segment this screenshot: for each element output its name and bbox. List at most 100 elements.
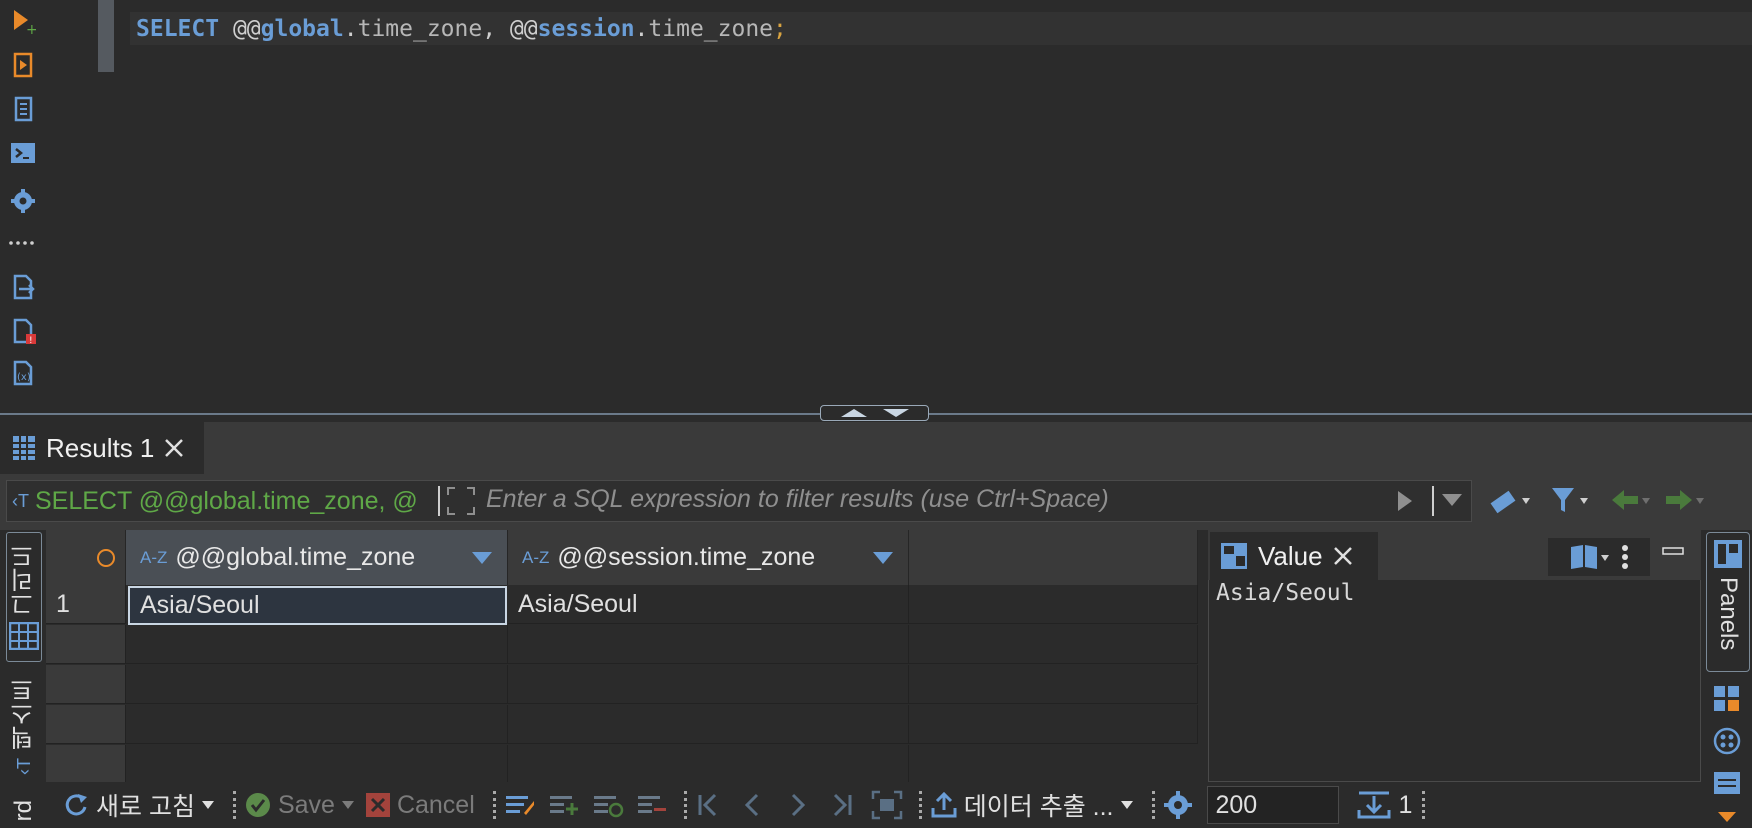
sql-dot: . (343, 16, 358, 42)
chevron-down-icon[interactable] (201, 800, 215, 810)
add-row-icon (549, 796, 578, 815)
last-page-icon (833, 793, 852, 817)
grid-cell-empty (508, 705, 909, 744)
grid-table-icon (13, 436, 35, 460)
svg-text:+: + (26, 22, 36, 35)
sql-field: time_zone (357, 16, 483, 42)
book-viewer-icon[interactable] (1569, 543, 1611, 571)
expand-icon[interactable] (446, 486, 476, 521)
row-number[interactable]: 1 (46, 585, 126, 624)
row-count: 1 (1399, 791, 1413, 820)
close-icon[interactable] (1333, 546, 1353, 566)
value-content[interactable]: Asia/Seoul (1216, 580, 1354, 606)
row-count-icon[interactable] (1357, 790, 1391, 820)
grid-cell-empty (126, 665, 508, 704)
string-type-icon: A-Z (140, 547, 168, 567)
query-text-chip[interactable]: ‹T SELECT @@global.time_zone, @ (8, 482, 438, 520)
download-panel-icon[interactable] (1712, 808, 1742, 828)
sort-dropdown-icon[interactable] (471, 551, 493, 565)
sql-op: @@ (219, 16, 261, 42)
tab-grid-label: 그리드 (10, 544, 38, 616)
metadata-panel-icon[interactable] (1712, 684, 1742, 719)
export-data-button[interactable]: 데이터 추출 ... (930, 787, 1134, 823)
max-rows-input[interactable]: 200 (1206, 786, 1339, 824)
script-list-icon[interactable] (8, 94, 38, 124)
tab-value[interactable]: Value (1210, 532, 1378, 580)
vertical-dots-icon[interactable] (1621, 543, 1629, 571)
column-header[interactable]: A-Z @@global.time_zone (126, 530, 508, 585)
column-header-label: @@global.time_zone (175, 543, 416, 571)
chevron-down-icon[interactable] (341, 800, 355, 810)
grid-cell-empty (126, 705, 508, 744)
tab-record-label: rd (10, 800, 37, 822)
filter-history-dropdown-icon[interactable] (1440, 492, 1464, 513)
refresh-button[interactable]: 새로 고침 (62, 787, 215, 823)
tab-results-1[interactable]: Results 1 (0, 422, 204, 474)
text-type-icon: ‹T (12, 490, 29, 511)
filter-divider (438, 486, 440, 516)
row-number-empty (46, 705, 126, 744)
minimize-icon[interactable] (1662, 544, 1684, 563)
sql-editor[interactable] (46, 0, 1752, 410)
grid-cell-empty (126, 625, 508, 664)
column-header-label: @@session.time_zone (557, 543, 816, 571)
results-bottom-toolbar: 새로 고침 Save Cancel 데이터 추출 ... 200 1 (46, 782, 1704, 828)
grid-cell-empty (909, 705, 1198, 744)
execute-statement-icon[interactable]: + (8, 6, 38, 36)
grouping-panel-icon[interactable] (1712, 726, 1742, 761)
grid-cell-empty (508, 625, 909, 664)
filter-input[interactable]: Enter a SQL expression to filter results… (486, 485, 1109, 514)
tab-text[interactable]: 텍스트 ‹T (6, 672, 42, 782)
sql-code-line[interactable]: SELECT @@global.time_zone, @@session.tim… (136, 14, 787, 44)
export-icon[interactable] (8, 272, 38, 302)
toolbar-separator (918, 791, 922, 819)
results-tabbar (0, 422, 1752, 474)
query-text: SELECT @@global.time_zone, @ (35, 486, 418, 515)
toolbar-separator (1422, 791, 1426, 819)
tab-grid[interactable]: 그리드 (6, 532, 42, 662)
splitter-handle[interactable] (820, 405, 929, 421)
select-all-circle-icon (97, 548, 115, 567)
panels-button[interactable]: Panels (1706, 532, 1750, 672)
edit-row-icon[interactable] (504, 791, 536, 819)
grid-cell[interactable]: Asia/Seoul (508, 585, 909, 624)
chevron-down-icon[interactable] (1120, 800, 1134, 810)
sql-separator: , @@ (482, 16, 538, 42)
execute-script-icon[interactable] (8, 50, 38, 80)
row-number-empty (46, 625, 126, 664)
save-button[interactable]: Save (244, 791, 355, 820)
column-header-empty (909, 530, 1198, 585)
sql-keyword: SELECT (136, 16, 220, 42)
eraser-icon[interactable] (1488, 484, 1532, 521)
more-icon[interactable] (8, 228, 38, 258)
terminal-icon[interactable] (8, 138, 38, 168)
panels-icon (1714, 540, 1742, 568)
check-circle-icon (245, 793, 270, 817)
close-icon[interactable] (164, 438, 184, 458)
chevron-up-icon (840, 409, 867, 417)
sql-field: time_zone (648, 16, 774, 42)
previous-page-icon (744, 793, 758, 817)
sort-dropdown-icon[interactable] (872, 551, 894, 565)
grid-corner[interactable] (46, 530, 126, 585)
apply-filter-icon[interactable] (1396, 488, 1414, 519)
settings-icon[interactable] (1163, 790, 1193, 820)
cancel-button[interactable]: Cancel (365, 791, 475, 820)
problem-file-icon[interactable]: ! (8, 316, 38, 346)
string-type-icon: A-Z (522, 547, 550, 567)
panels-label: Panels (1715, 577, 1742, 651)
grid-cell-empty (508, 745, 909, 782)
delete-row-icon (637, 796, 666, 813)
filter-funnel-icon[interactable] (1548, 484, 1592, 521)
calendar-panel-icon[interactable] (1712, 768, 1742, 803)
column-header[interactable]: A-Z @@session.time_zone (508, 530, 909, 585)
copy-row-icon (593, 796, 624, 818)
tab-value-label: Value (1258, 540, 1323, 571)
variables-icon[interactable]: (x) (8, 358, 38, 388)
grid-cell[interactable]: Asia/Seoul (128, 586, 507, 625)
sql-semicolon: ; (773, 16, 787, 42)
value-viewer-icon (1221, 543, 1247, 569)
settings-icon[interactable] (8, 186, 38, 216)
tab-record[interactable]: rd (6, 794, 42, 828)
grid-icon (9, 622, 39, 650)
